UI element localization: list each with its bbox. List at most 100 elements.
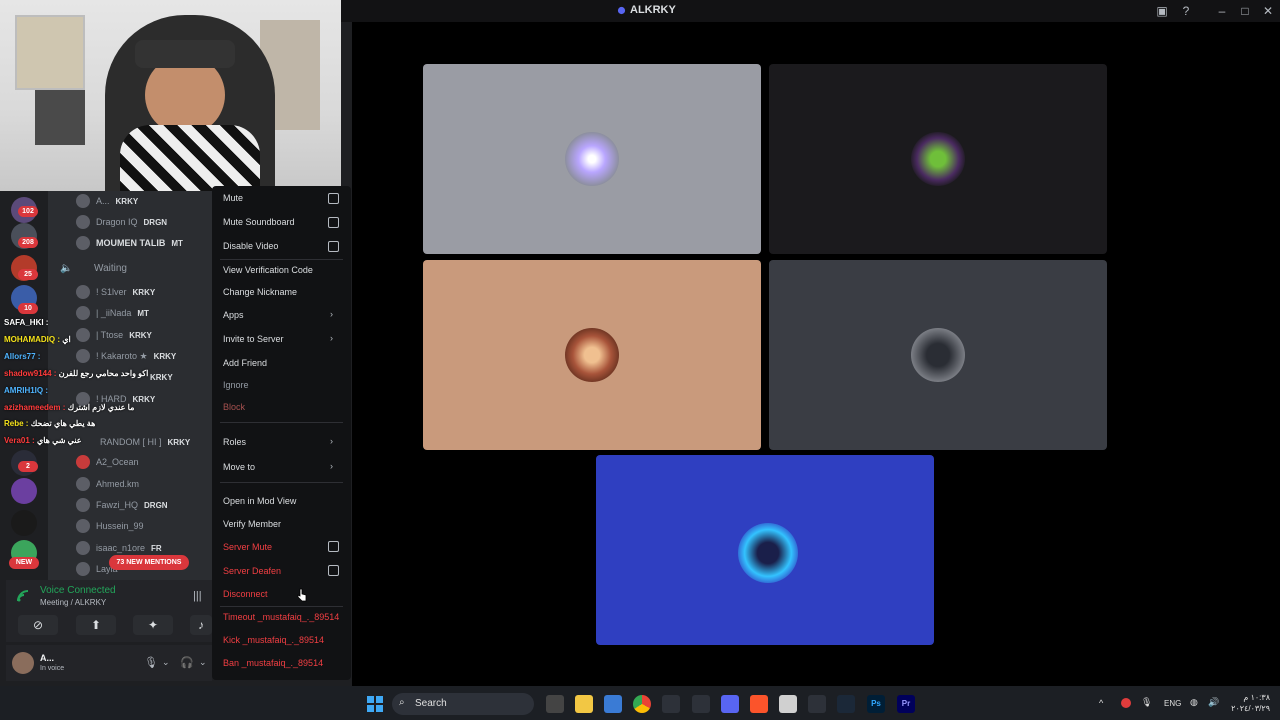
windows-start-icon[interactable] xyxy=(367,696,383,712)
share-screen-icon[interactable]: ⬆ xyxy=(76,615,116,635)
member-item[interactable]: ! Kakaroto ★ KRKY xyxy=(76,347,176,365)
disable-video-checkbox[interactable] xyxy=(328,241,339,252)
steam-icon[interactable] xyxy=(692,695,710,713)
microphone-icon[interactable]: 🎙 xyxy=(1141,697,1152,708)
member-tag: KRKY xyxy=(132,394,156,404)
menu-item-mute-soundboard[interactable]: Mute Soundboard xyxy=(223,217,295,227)
participant-tile[interactable] xyxy=(423,64,761,254)
member-item[interactable]: Dragon IQ DRGN xyxy=(76,213,167,231)
menu-item-server-mute[interactable]: Server Mute xyxy=(223,542,272,552)
server-icon[interactable] xyxy=(11,510,37,536)
participant-tile[interactable] xyxy=(423,260,761,450)
member-item[interactable]: | _iiNada MT xyxy=(76,304,149,322)
tray-app-icon[interactable] xyxy=(1121,698,1131,708)
server-badge: 10 xyxy=(18,303,38,314)
photoshop-icon[interactable]: Ps xyxy=(867,695,885,713)
chrome-icon[interactable] xyxy=(633,695,651,713)
member-name: Hussein_99 xyxy=(96,521,144,531)
menu-item-apps[interactable]: Apps xyxy=(223,310,244,320)
member-item[interactable]: Hussein_99 xyxy=(76,517,144,535)
volume-icon[interactable]: 🔊 xyxy=(1208,697,1219,708)
task-view-icon[interactable] xyxy=(546,695,564,713)
help-icon[interactable]: ? xyxy=(1178,3,1194,19)
store-icon[interactable] xyxy=(604,695,622,713)
network-icon[interactable]: ◍ xyxy=(1190,697,1198,708)
notepad-icon[interactable] xyxy=(779,695,797,713)
avatar xyxy=(76,328,90,342)
server-badge: 102 xyxy=(18,206,38,217)
avatar xyxy=(76,285,90,299)
participant-tile[interactable] xyxy=(769,260,1107,450)
member-item[interactable]: Fawzi_HQ DRGN xyxy=(76,496,168,514)
menu-item-roles[interactable]: Roles xyxy=(223,437,246,447)
participant-tile[interactable] xyxy=(596,455,934,645)
member-item[interactable]: Ahmed.km xyxy=(76,475,139,493)
member-item[interactable]: A2_Ocean xyxy=(76,453,139,471)
menu-item-view-verification-code[interactable]: View Verification Code xyxy=(223,265,313,275)
tray-chevron-icon[interactable]: ^ xyxy=(1099,698,1103,708)
soundboard-icon[interactable]: ♪ xyxy=(190,615,212,635)
activities-icon[interactable]: ✦ xyxy=(133,615,173,635)
file-explorer-icon[interactable] xyxy=(575,695,593,713)
voice-channel-waiting[interactable]: Waiting xyxy=(94,263,127,274)
menu-item-block[interactable]: Block xyxy=(223,402,245,412)
participant-tile[interactable] xyxy=(769,64,1107,254)
member-item[interactable]: ! S1lver KRKY xyxy=(76,283,155,301)
noise-suppression-icon[interactable]: ||| xyxy=(193,590,202,602)
steam-icon[interactable] xyxy=(837,695,855,713)
close-button[interactable]: ✕ xyxy=(1260,3,1276,19)
new-mentions-pill[interactable]: 73 NEW MENTIONS xyxy=(109,555,189,570)
mute-soundboard-checkbox[interactable] xyxy=(328,217,339,228)
discord-icon[interactable] xyxy=(721,695,739,713)
premiere-icon[interactable]: Pr xyxy=(897,695,915,713)
menu-item-move-to[interactable]: Move to xyxy=(223,462,255,472)
menu-item-verify-member[interactable]: Verify Member xyxy=(223,519,281,529)
chevron-down-icon[interactable]: ⌄ xyxy=(199,657,207,668)
clock-date[interactable]: ٢٠٢٤/٠٣/٢٩ xyxy=(1228,704,1270,713)
menu-item-ignore[interactable]: Ignore xyxy=(223,380,249,390)
menu-item-add-friend[interactable]: Add Friend xyxy=(223,358,267,368)
microphone-icon[interactable]: 🎙 xyxy=(144,656,158,669)
member-tag: KRKY xyxy=(153,351,177,361)
menu-item-invite-to-server[interactable]: Invite to Server xyxy=(223,334,284,344)
member-item[interactable]: | Ttose KRKY xyxy=(76,326,152,344)
menu-item-mute[interactable]: Mute xyxy=(223,193,243,203)
menu-item-server-deafen[interactable]: Server Deafen xyxy=(223,566,281,576)
server-deafen-checkbox[interactable] xyxy=(328,565,339,576)
minimize-button[interactable]: – xyxy=(1214,3,1230,19)
clock-time[interactable]: ١٠:٣٨ م xyxy=(1228,693,1270,702)
capcut-icon[interactable] xyxy=(808,695,826,713)
input-language[interactable]: ENG xyxy=(1164,699,1181,708)
menu-item-kick[interactable]: Kick _mustafaiq_._89514 xyxy=(223,635,324,645)
member-item[interactable]: KRKY xyxy=(150,368,173,386)
headphones-icon[interactable]: 🎧 xyxy=(180,656,194,669)
member-item[interactable]: RANDOM [ HI ] KRKY xyxy=(100,433,190,451)
voice-channel-path[interactable]: Meeting / ALKRKY xyxy=(40,598,106,607)
menu-item-change-nickname[interactable]: Change Nickname xyxy=(223,287,297,297)
member-item[interactable]: MOUMEN TALIB MT xyxy=(76,234,183,252)
voice-status[interactable]: Voice Connected xyxy=(40,585,116,596)
inbox-icon[interactable]: ▣ xyxy=(1154,3,1170,19)
maximize-button[interactable]: □ xyxy=(1237,3,1253,19)
menu-item-timeout[interactable]: Timeout _mustafaiq_._89514 xyxy=(223,612,339,622)
camera-off-icon[interactable]: ⊘ xyxy=(18,615,58,635)
chevron-down-icon[interactable]: ⌄ xyxy=(162,657,170,668)
avatar xyxy=(911,328,965,382)
app-icon[interactable] xyxy=(662,695,680,713)
menu-item-open-mod-view[interactable]: Open in Mod View xyxy=(223,496,296,506)
menu-item-ban[interactable]: Ban _mustafaiq_._89514 xyxy=(223,658,323,668)
member-tag: DRGN xyxy=(143,217,168,227)
signal-icon[interactable] xyxy=(16,589,30,603)
avatar[interactable] xyxy=(12,652,34,674)
mute-checkbox[interactable] xyxy=(328,193,339,204)
avatar xyxy=(76,306,90,320)
menu-item-disconnect[interactable]: Disconnect xyxy=(223,589,268,599)
server-icon[interactable] xyxy=(11,478,37,504)
taskbar-search[interactable] xyxy=(392,693,534,715)
server-badge: 2 xyxy=(18,461,38,472)
server-mute-checkbox[interactable] xyxy=(328,541,339,552)
brave-icon[interactable] xyxy=(750,695,768,713)
server-badge: 25 xyxy=(18,269,38,280)
member-item[interactable]: A... KRKY xyxy=(76,192,138,210)
menu-item-disable-video[interactable]: Disable Video xyxy=(223,241,278,251)
